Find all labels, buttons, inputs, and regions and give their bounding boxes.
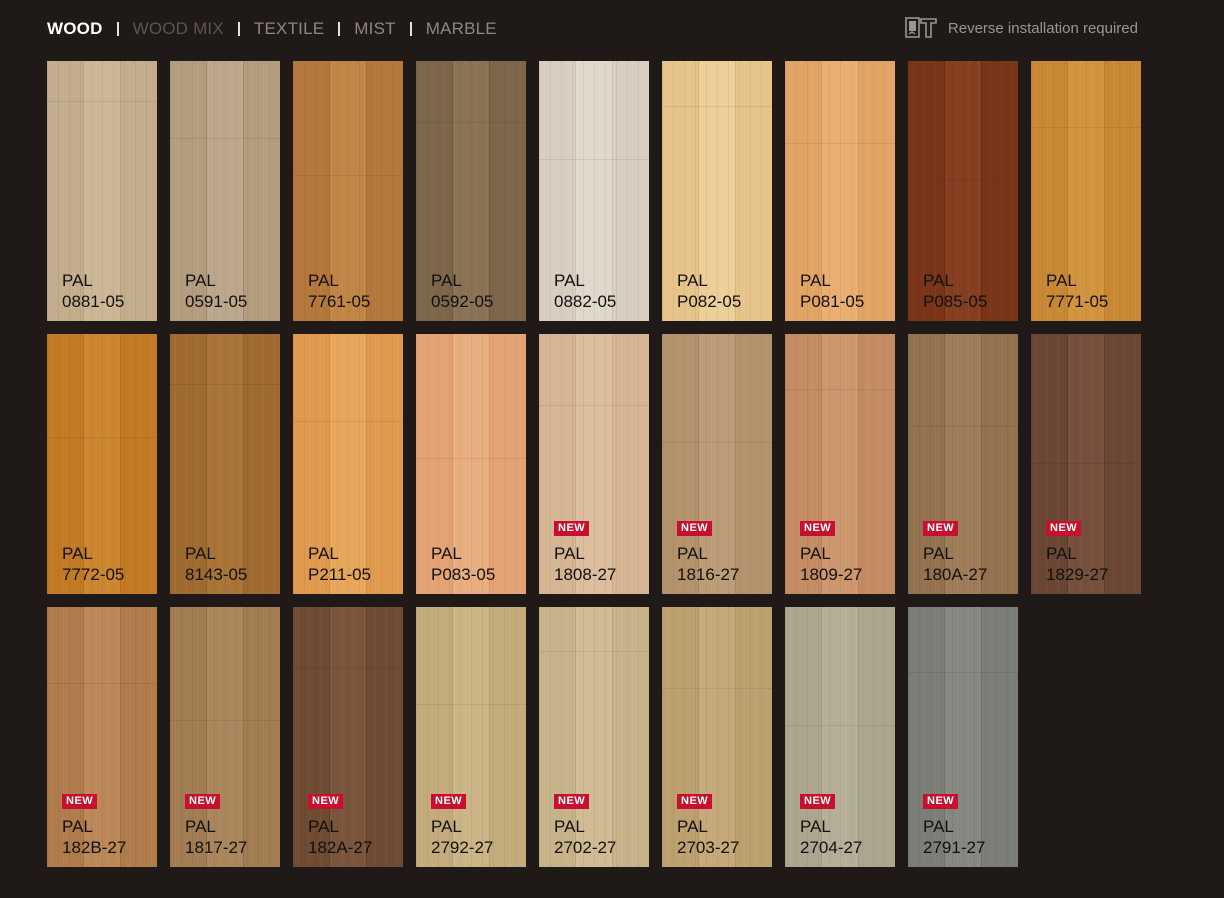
swatch-code: PAL 8143-05 bbox=[185, 544, 248, 584]
tab-mist[interactable]: MIST bbox=[354, 19, 395, 39]
new-badge: NEW bbox=[800, 794, 836, 809]
tab-wood-mix[interactable]: WOOD MIX bbox=[133, 19, 224, 39]
new-badge: NEW bbox=[923, 521, 959, 536]
tab-separator bbox=[237, 22, 240, 36]
tab-separator bbox=[409, 22, 412, 36]
swatch-code: PAL 1808-27 bbox=[554, 544, 617, 584]
swatch-tile[interactable]: PAL 8143-05 bbox=[170, 334, 280, 594]
swatch-tile[interactable]: PAL P085-05 bbox=[908, 61, 1018, 321]
swatch-tile[interactable]: PAL 0591-05 bbox=[170, 61, 280, 321]
swatch-code: PAL 1829-27 bbox=[1046, 544, 1109, 584]
swatch-code: PAL 2703-27 bbox=[677, 817, 740, 857]
swatch-code: PAL P082-05 bbox=[677, 271, 742, 311]
swatch-code: PAL 0592-05 bbox=[431, 271, 494, 311]
tab-wood[interactable]: WOOD bbox=[47, 19, 103, 39]
swatch-code: PAL 2791-27 bbox=[923, 817, 986, 857]
reverse-installation-text: Reverse installation required bbox=[947, 19, 1138, 37]
category-tabs: WOOD WOOD MIX TEXTILE MIST MARBLE bbox=[47, 17, 497, 41]
swatch-code: PAL 2702-27 bbox=[554, 817, 617, 857]
swatch-tile[interactable]: PAL 0592-05 bbox=[416, 61, 526, 321]
swatch-code: PAL P211-05 bbox=[308, 544, 372, 584]
swatch-code: PAL 1809-27 bbox=[800, 544, 863, 584]
swatch-tile[interactable]: PAL P211-05 bbox=[293, 334, 403, 594]
swatch-tile[interactable]: NEW PAL 2792-27 bbox=[416, 607, 526, 867]
swatch-tile[interactable]: PAL 7772-05 bbox=[47, 334, 157, 594]
swatch-tile[interactable]: PAL 0881-05 bbox=[47, 61, 157, 321]
new-badge: NEW bbox=[1046, 521, 1082, 536]
new-badge: NEW bbox=[431, 794, 467, 809]
swatch-tile[interactable]: PAL 0882-05 bbox=[539, 61, 649, 321]
swatch-code: PAL 180A-27 bbox=[923, 544, 988, 584]
tab-marble[interactable]: MARBLE bbox=[426, 19, 497, 39]
swatch-code: PAL P085-05 bbox=[923, 271, 988, 311]
swatch-code: PAL 182B-27 bbox=[62, 817, 127, 857]
swatch-tile[interactable]: PAL P083-05 bbox=[416, 334, 526, 594]
new-badge: NEW bbox=[800, 521, 836, 536]
swatch-code: PAL 1816-27 bbox=[677, 544, 740, 584]
swatch-code: PAL P083-05 bbox=[431, 544, 496, 584]
swatch-tile[interactable]: NEW PAL 182B-27 bbox=[47, 607, 157, 867]
swatch-code: PAL 182A-27 bbox=[308, 817, 373, 857]
swatch-code: PAL 7771-05 bbox=[1046, 271, 1109, 311]
tab-separator bbox=[338, 22, 341, 36]
swatch-code: PAL 0882-05 bbox=[554, 271, 617, 311]
swatch-tile[interactable]: PAL P082-05 bbox=[662, 61, 772, 321]
swatch-tile[interactable]: NEW PAL 182A-27 bbox=[293, 607, 403, 867]
swatch-code: PAL 1817-27 bbox=[185, 817, 248, 857]
swatch-tile[interactable]: PAL P081-05 bbox=[785, 61, 895, 321]
swatch-tile[interactable]: NEW PAL 2791-27 bbox=[908, 607, 1018, 867]
swatch-tile[interactable]: NEW PAL 1808-27 bbox=[539, 334, 649, 594]
tab-textile[interactable]: TEXTILE bbox=[254, 19, 324, 39]
new-badge: NEW bbox=[554, 521, 590, 536]
swatch-tile[interactable]: NEW PAL 2702-27 bbox=[539, 607, 649, 867]
new-badge: NEW bbox=[185, 794, 221, 809]
swatch-code: PAL 0591-05 bbox=[185, 271, 248, 311]
swatch-code: PAL 2792-27 bbox=[431, 817, 494, 857]
swatch-tile[interactable]: NEW PAL 2703-27 bbox=[662, 607, 772, 867]
swatch-tile[interactable]: NEW PAL 1809-27 bbox=[785, 334, 895, 594]
new-badge: NEW bbox=[308, 794, 344, 809]
reverse-installation-icon bbox=[905, 16, 939, 40]
tab-separator bbox=[116, 22, 119, 36]
new-badge: NEW bbox=[62, 794, 98, 809]
swatch-tile[interactable]: NEW PAL 2704-27 bbox=[785, 607, 895, 867]
swatch-tile[interactable]: NEW PAL 1817-27 bbox=[170, 607, 280, 867]
swatch-grid: PAL 0881-05 PAL 0591-05 PAL 7761-05 PAL 059… bbox=[47, 61, 1141, 867]
swatch-tile[interactable]: NEW PAL 1816-27 bbox=[662, 334, 772, 594]
swatch-tile[interactable]: PAL 7771-05 bbox=[1031, 61, 1141, 321]
new-badge: NEW bbox=[677, 521, 713, 536]
swatch-tile[interactable]: NEW PAL 1829-27 bbox=[1031, 334, 1141, 594]
swatch-code: PAL 7772-05 bbox=[62, 544, 125, 584]
reverse-installation-notice: Reverse installation required bbox=[905, 15, 1138, 41]
swatch-code: PAL 2704-27 bbox=[800, 817, 863, 857]
swatch-code: PAL 7761-05 bbox=[308, 271, 371, 311]
swatch-tile[interactable]: NEW PAL 180A-27 bbox=[908, 334, 1018, 594]
swatch-code: PAL 0881-05 bbox=[62, 271, 125, 311]
new-badge: NEW bbox=[923, 794, 959, 809]
swatch-tile[interactable]: PAL 7761-05 bbox=[293, 61, 403, 321]
new-badge: NEW bbox=[554, 794, 590, 809]
swatch-code: PAL P081-05 bbox=[800, 271, 865, 311]
new-badge: NEW bbox=[677, 794, 713, 809]
